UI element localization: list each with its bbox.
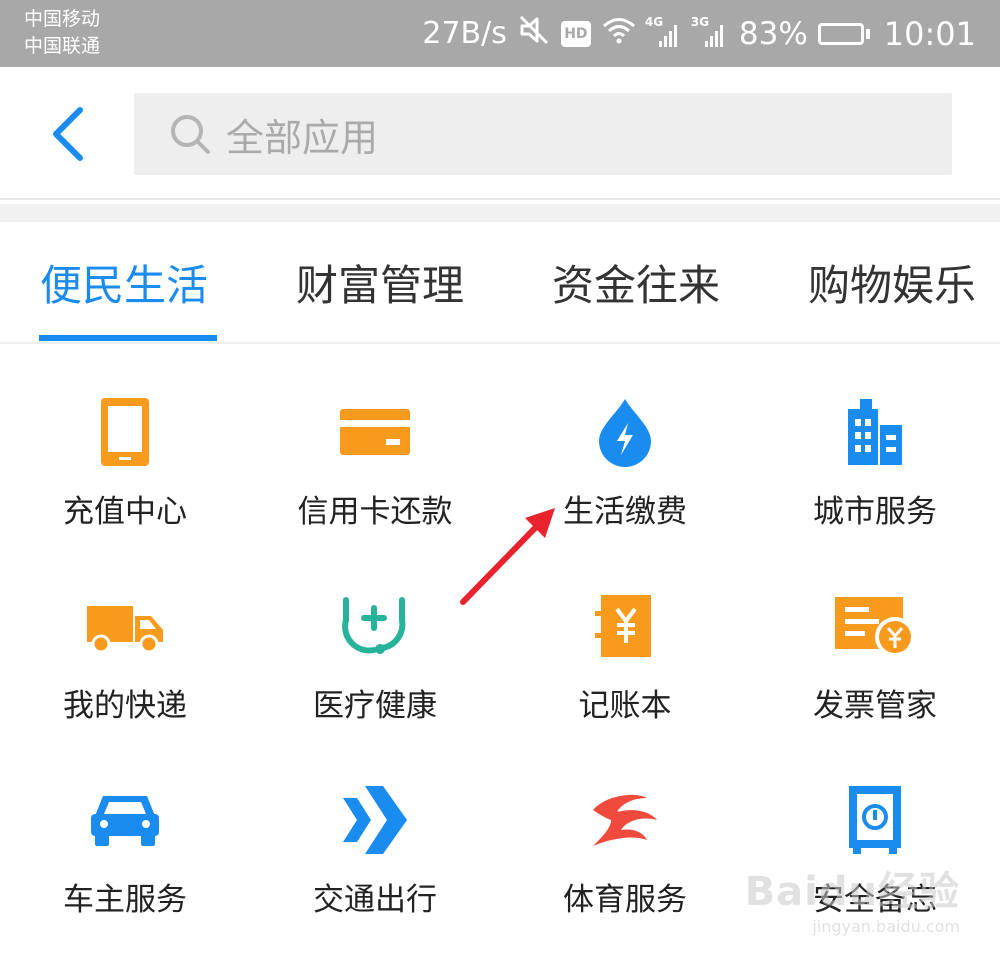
app-transportation[interactable]: 交通出行 <box>250 776 500 956</box>
status-bar: 中国移动 中国联通 27B/s HD 4G 3G 83% 10:01 <box>0 0 1000 67</box>
network-type-2: 3G <box>690 14 710 29</box>
credit-card-icon <box>325 388 425 476</box>
search-icon <box>171 115 210 154</box>
app-invoice-manager[interactable]: 发票管家 <box>750 582 1000 762</box>
app-label: 记账本 <box>578 688 672 724</box>
back-button[interactable] <box>44 106 94 162</box>
network-speed: 27B/s <box>422 16 507 51</box>
ledger-yen-icon <box>575 582 675 670</box>
truck-icon <box>75 582 175 670</box>
signal-icon-3g: 3G <box>691 15 729 49</box>
chevron-left-icon <box>53 107 83 161</box>
app-label: 城市服务 <box>813 494 937 530</box>
search-input[interactable]: 全部应用 <box>134 93 952 175</box>
car-icon <box>75 776 175 864</box>
app-my-express[interactable]: 我的快递 <box>0 582 250 762</box>
stethoscope-icon <box>325 582 425 670</box>
app-label: 医疗健康 <box>313 688 437 724</box>
tab-fund-transfer[interactable]: 资金往来 <box>552 252 720 313</box>
sports-swoosh-icon <box>575 776 675 864</box>
app-city-services[interactable]: 城市服务 <box>750 388 1000 568</box>
watermark-brand: Baidu经验 <box>744 869 960 915</box>
carrier-2: 中国联通 <box>24 35 101 57</box>
buildings-icon <box>825 388 925 476</box>
active-tab-indicator <box>39 335 217 341</box>
tab-wealth-management[interactable]: 财富管理 <box>296 252 464 313</box>
search-placeholder: 全部应用 <box>226 115 379 160</box>
app-recharge-center[interactable]: 充值中心 <box>0 388 250 568</box>
phone-icon <box>75 388 175 476</box>
carrier-1: 中国移动 <box>24 8 101 30</box>
header-divider <box>0 198 1000 200</box>
app-car-owner-services[interactable]: 车主服务 <box>0 776 250 956</box>
category-tabs: 便民生活 财富管理 资金往来 购物娱乐 <box>0 222 1000 342</box>
battery-percent: 83% <box>738 15 808 52</box>
safe-icon <box>825 776 925 864</box>
invoice-icon <box>825 582 925 670</box>
app-label: 我的快递 <box>63 688 187 724</box>
tab-convenient-life[interactable]: 便民生活 <box>40 252 208 313</box>
double-chevron-icon <box>325 776 425 864</box>
tab-shopping-entertainment[interactable]: 购物娱乐 <box>808 252 976 313</box>
signal-icon-4g: 4G <box>645 15 683 49</box>
carrier-info: 中国移动 中国联通 <box>24 6 100 60</box>
app-label: 车主服务 <box>63 882 187 918</box>
section-gap <box>0 204 1000 222</box>
red-arrow-annotation <box>460 508 555 605</box>
status-icons: 27B/s HD 4G 3G 83% 10:01 <box>422 0 976 67</box>
app-label: 交通出行 <box>313 882 437 918</box>
watermark: Baidu经验 jingyan.baidu.com <box>745 859 960 936</box>
water-drop-bolt-icon <box>575 388 675 476</box>
watermark-url: jingyan.baidu.com <box>812 917 960 936</box>
tabs-divider <box>0 342 1000 344</box>
wifi-icon <box>601 15 637 53</box>
app-label: 充值中心 <box>63 494 187 530</box>
battery-icon <box>817 22 870 45</box>
mute-icon <box>517 13 551 55</box>
app-sports-services[interactable]: 体育服务 <box>500 776 750 956</box>
app-label: 体育服务 <box>563 882 687 918</box>
app-label: 发票管家 <box>813 688 937 724</box>
clock: 10:01 <box>883 14 976 53</box>
hd-badge: HD <box>560 20 591 47</box>
network-type-1: 4G <box>644 14 664 29</box>
